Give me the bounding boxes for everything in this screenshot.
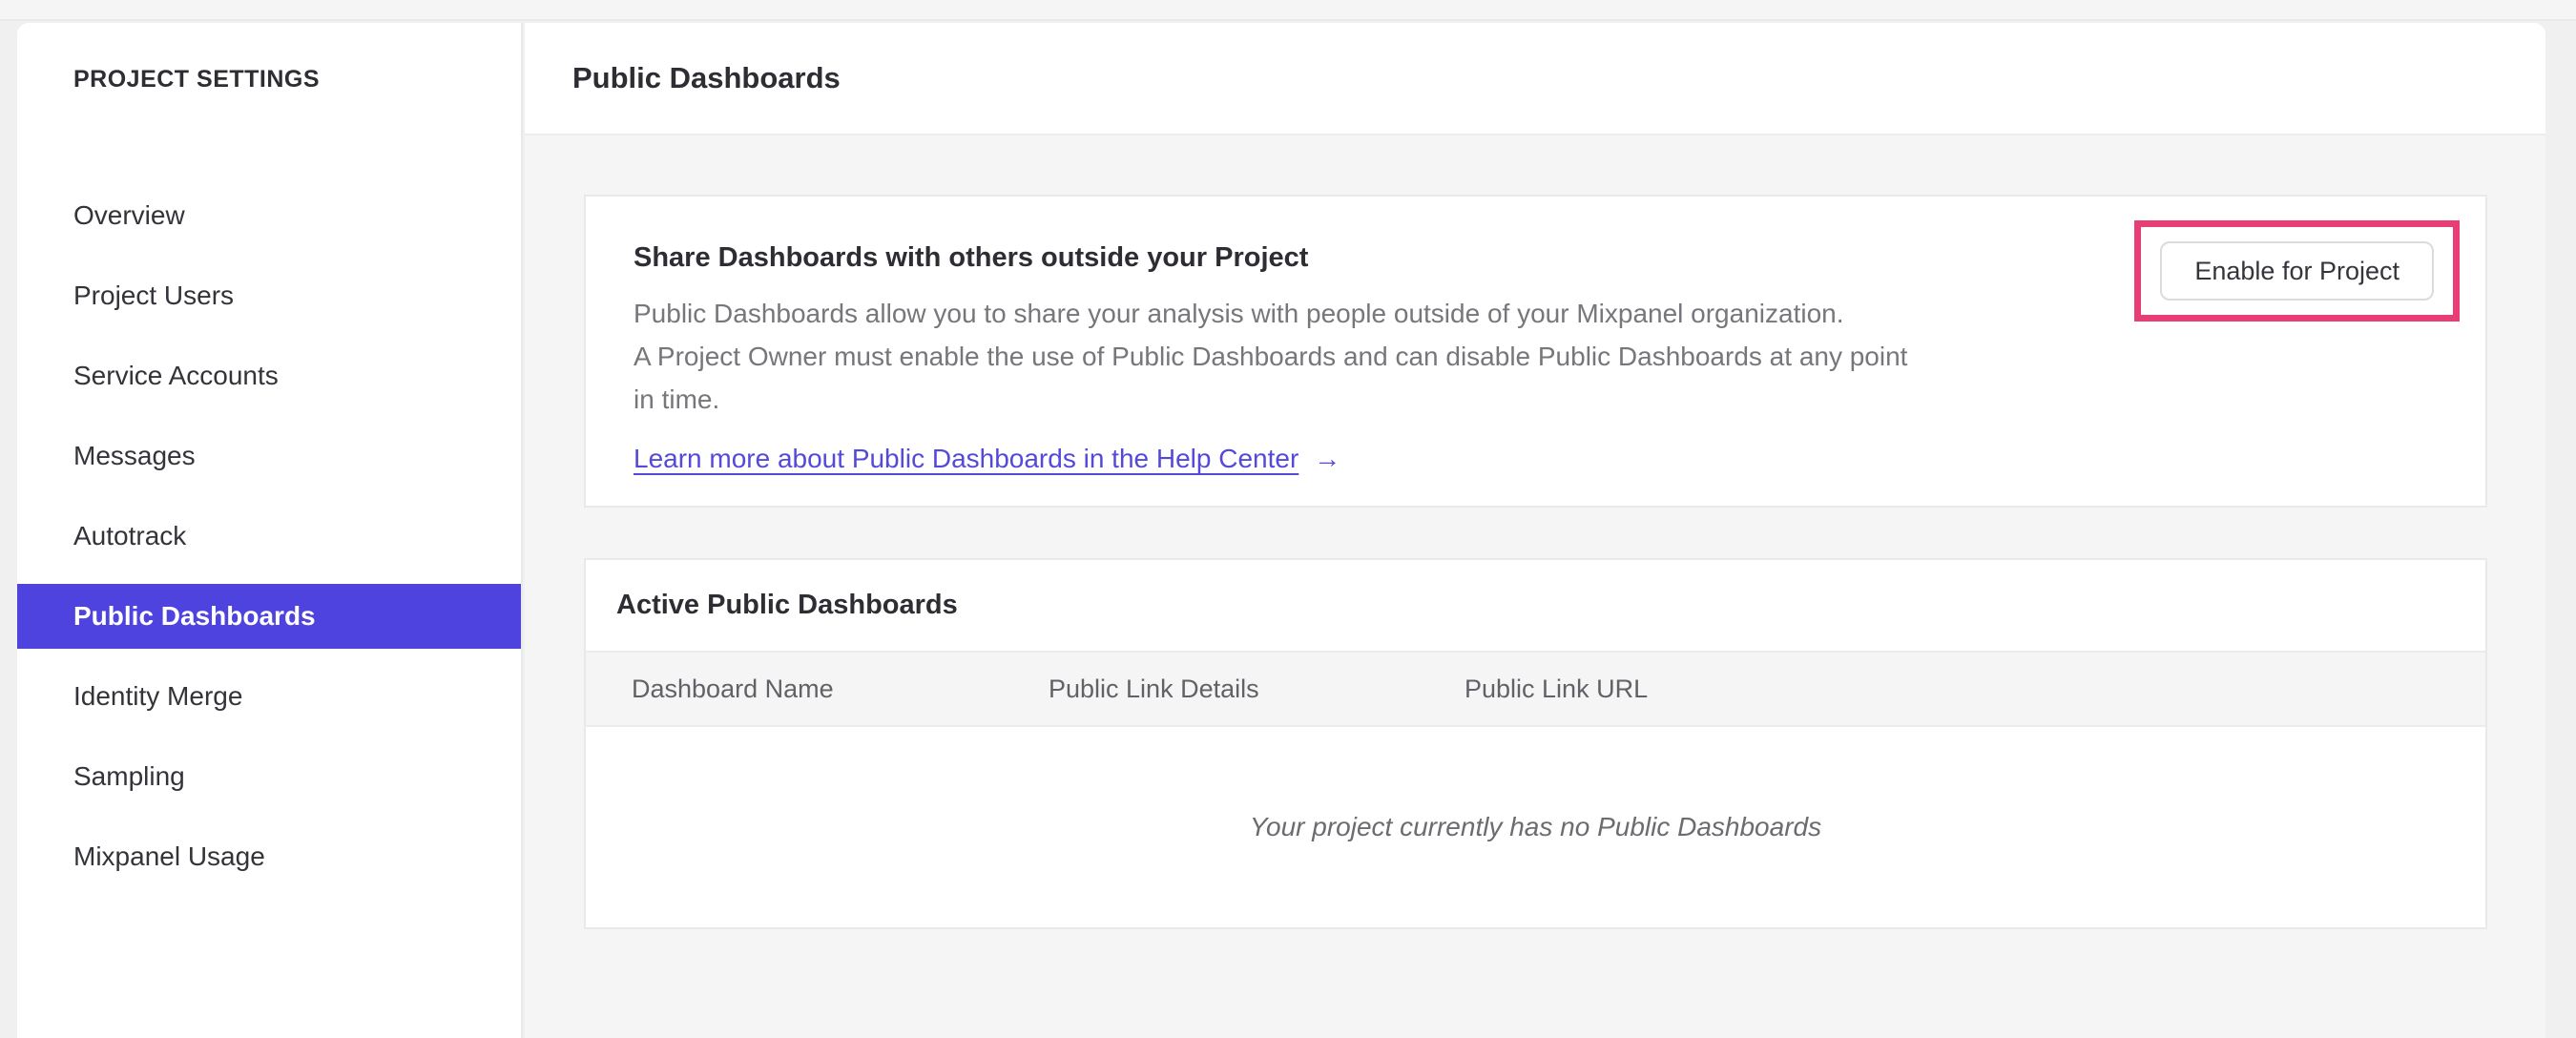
project-settings-sidebar: PROJECT SETTINGS Overview Project Users … bbox=[17, 23, 523, 1038]
sidebar-item-sampling[interactable]: Sampling bbox=[17, 744, 521, 809]
sidebar-item-overview[interactable]: Overview bbox=[17, 183, 521, 248]
sidebar-item-autotrack[interactable]: Autotrack bbox=[17, 504, 521, 569]
share-card-description-line: A Project Owner must enable the use of P… bbox=[634, 342, 1908, 371]
sidebar-item-messages[interactable]: Messages bbox=[17, 424, 521, 488]
page-title: Public Dashboards bbox=[572, 61, 841, 94]
sidebar-item-public-dashboards[interactable]: Public Dashboards bbox=[17, 584, 521, 649]
enable-button-highlight-box: Enable for Project bbox=[2134, 220, 2460, 322]
share-card-description: Public Dashboards allow you to share you… bbox=[634, 292, 2055, 421]
main-panel: Public Dashboards Share Dashboards with … bbox=[525, 23, 2545, 1038]
column-dashboard-name: Dashboard Name bbox=[632, 674, 834, 703]
main-body: Share Dashboards with others outside you… bbox=[525, 135, 2545, 1036]
active-card-title: Active Public Dashboards bbox=[616, 590, 958, 620]
column-public-link-details: Public Link Details bbox=[1049, 674, 1259, 703]
sidebar-item-mixpanel-usage[interactable]: Mixpanel Usage bbox=[17, 824, 521, 889]
share-card-description-line: in time. bbox=[634, 384, 720, 414]
active-card-title-row: Active Public Dashboards bbox=[586, 560, 2485, 653]
empty-state-message: Your project currently has no Public Das… bbox=[1249, 812, 1822, 841]
help-center-link[interactable]: Learn more about Public Dashboards in th… bbox=[634, 444, 1298, 474]
active-dashboards-card: Active Public Dashboards Dashboard Name … bbox=[584, 558, 2487, 929]
share-card-description-line: Public Dashboards allow you to share you… bbox=[634, 299, 1844, 328]
help-link-row: Learn more about Public Dashboards in th… bbox=[634, 440, 2438, 478]
top-band bbox=[0, 0, 2576, 21]
sidebar-title: PROJECT SETTINGS bbox=[73, 66, 321, 93]
main-header: Public Dashboards bbox=[525, 23, 2545, 135]
share-dashboards-card: Share Dashboards with others outside you… bbox=[584, 195, 2487, 508]
table-empty-row: Your project currently has no Public Das… bbox=[586, 727, 2485, 927]
sidebar-item-identity-merge[interactable]: Identity Merge bbox=[17, 664, 521, 729]
table-header-row: Dashboard Name Public Link Details Publi… bbox=[586, 653, 2485, 727]
sidebar-nav: Overview Project Users Service Accounts … bbox=[17, 183, 521, 889]
sidebar-item-project-users[interactable]: Project Users bbox=[17, 263, 521, 328]
arrow-right-icon: → bbox=[1314, 444, 1341, 473]
sidebar-item-service-accounts[interactable]: Service Accounts bbox=[17, 343, 521, 408]
column-public-link-url: Public Link URL bbox=[1465, 674, 1649, 703]
enable-for-project-button[interactable]: Enable for Project bbox=[2160, 241, 2434, 301]
